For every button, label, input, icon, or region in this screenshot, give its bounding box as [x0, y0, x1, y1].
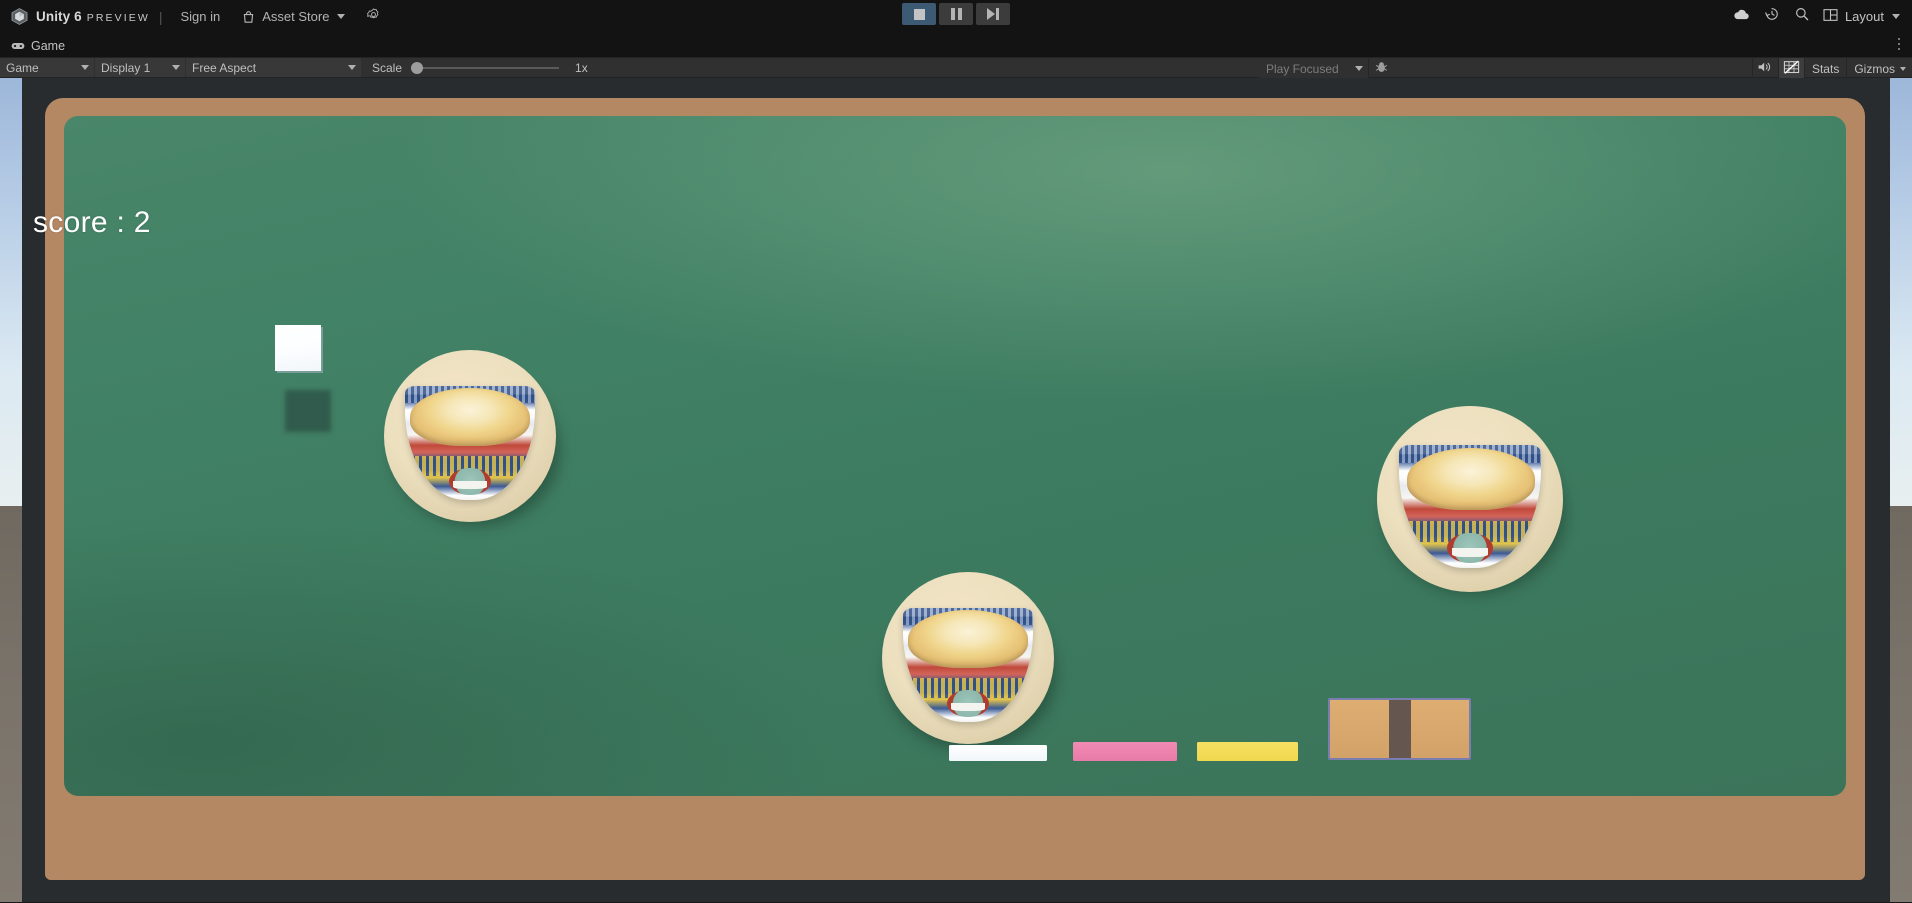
game-toolbar-right: Play Focused Stats Gizmos: [1259, 58, 1912, 79]
app-preview-badge: PREVIEW: [86, 12, 150, 24]
view-mode-dropdown[interactable]: Game: [0, 58, 94, 77]
stats-button[interactable]: Stats: [1803, 58, 1846, 79]
layout-label: Layout: [1844, 9, 1884, 24]
gamepad-icon: [11, 41, 25, 51]
chevron-down-icon: [337, 14, 346, 19]
eraser-pad-left: [1330, 700, 1389, 758]
panel-options-button[interactable]: [1892, 35, 1906, 53]
score-text: score : 2: [33, 206, 151, 239]
step-forward-icon: [987, 8, 999, 20]
display-dropdown[interactable]: Display 1: [95, 58, 185, 77]
play-mode-focus-label: Play Focused: [1265, 61, 1339, 76]
bowl-food-gyudon: [410, 388, 530, 446]
chevron-down-icon: [348, 65, 356, 70]
chalk-yellow[interactable]: [1197, 742, 1298, 761]
eraser-box[interactable]: [1328, 698, 1471, 760]
gyudon-bowl[interactable]: [882, 572, 1056, 750]
bowl-foot: [950, 703, 985, 712]
step-button[interactable]: [976, 3, 1010, 25]
pause-button[interactable]: [939, 3, 973, 25]
gizmos-overlay-icon: [1783, 60, 1800, 78]
app-title-text: Unity 6: [36, 9, 82, 24]
player-cube[interactable]: [275, 325, 321, 371]
stop-icon: [913, 8, 925, 20]
app-title: Unity 6 PREVIEW: [36, 9, 150, 24]
play-controls-group: [902, 3, 1010, 25]
chalk-pink[interactable]: [1073, 742, 1177, 761]
scale-control: Scale 1x: [372, 61, 588, 75]
layout-button[interactable]: Layout: [1817, 5, 1904, 29]
gizmos-label: Gizmos: [1854, 61, 1895, 76]
aspect-ratio-dropdown[interactable]: Free Aspect: [186, 58, 361, 77]
chevron-down-icon: [172, 65, 180, 70]
game-view-toolbar: Game Display 1 Free Aspect Scale 1x Play…: [0, 57, 1912, 79]
gyudon-bowl[interactable]: [384, 350, 560, 526]
gizmos-button[interactable]: Gizmos: [1846, 58, 1912, 79]
layout-icon: [1823, 8, 1838, 25]
chalkboard-frame: [45, 98, 1865, 880]
eraser-strip: [1388, 700, 1411, 758]
stats-label: Stats: [1811, 61, 1840, 76]
mute-audio-button[interactable]: [1751, 58, 1778, 79]
toolbar-left-group: Unity 6 PREVIEW | Sign in Asset Store: [10, 6, 381, 28]
bug-icon: [1374, 60, 1389, 77]
tab-game[interactable]: Game: [0, 35, 78, 57]
sign-in-label: Sign in: [180, 9, 221, 24]
bowl-foot: [452, 481, 487, 490]
unity-logo-icon: [10, 7, 29, 26]
shopping-bag-icon: [242, 10, 255, 24]
history-button[interactable]: [1757, 5, 1787, 29]
debug-button[interactable]: [1367, 58, 1394, 79]
settings-button[interactable]: [366, 7, 381, 27]
main-toolbar: Unity 6 PREVIEW | Sign in Asset Store La…: [0, 0, 1912, 33]
search-icon: [1794, 6, 1810, 27]
chevron-down-icon: [81, 65, 89, 70]
chevron-down-icon[interactable]: [1900, 66, 1906, 71]
toolbar-divider: |: [158, 8, 163, 25]
history-icon: [1764, 6, 1780, 27]
gizmos-overlay-button[interactable]: [1777, 58, 1804, 79]
search-button[interactable]: [1787, 5, 1817, 29]
toolbar-right-group: Layout: [1727, 0, 1904, 33]
chevron-down-icon: [1354, 66, 1363, 71]
asset-store-button[interactable]: Asset Store: [235, 6, 352, 28]
display-label: Display 1: [101, 60, 151, 75]
bowl-food-gyudon: [908, 610, 1028, 668]
pause-icon: [950, 8, 962, 20]
chalkboard-ledge: [53, 806, 1857, 870]
scale-value: 1x: [575, 60, 588, 75]
view-mode-label: Game: [6, 60, 39, 75]
cloud-button[interactable]: [1727, 5, 1757, 29]
game-view-render[interactable]: score : 2: [0, 78, 1912, 902]
player-shadow: [285, 390, 331, 432]
chalk-white[interactable]: [949, 745, 1047, 761]
gear-icon: [366, 7, 381, 27]
stop-button[interactable]: [902, 3, 936, 25]
chevron-down-icon: [1892, 14, 1900, 19]
play-mode-focus-dropdown[interactable]: Play Focused: [1259, 59, 1368, 78]
asset-store-label: Asset Store: [262, 9, 330, 24]
cloud-icon: [1733, 8, 1750, 26]
scale-label: Scale: [372, 60, 403, 75]
bowl-foot: [1451, 548, 1489, 557]
eraser-pad-right: [1410, 700, 1469, 758]
scale-slider[interactable]: [411, 61, 560, 75]
scale-track: [411, 66, 560, 69]
bowl-food-gyudon: [1407, 448, 1535, 510]
mute-audio-icon: [1757, 60, 1773, 77]
tab-game-label: Game: [31, 39, 66, 53]
gyudon-bowl[interactable]: [1377, 406, 1565, 594]
panel-tab-bar: Game: [0, 33, 1912, 57]
sign-in-button[interactable]: Sign in: [173, 6, 227, 28]
scale-knob[interactable]: [411, 61, 424, 74]
aspect-ratio-label: Free Aspect: [192, 60, 257, 75]
